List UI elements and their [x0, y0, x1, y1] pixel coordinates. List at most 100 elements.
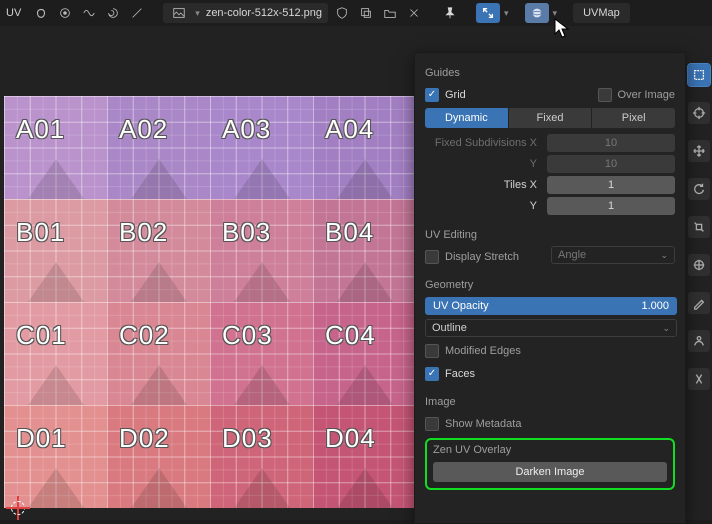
uv-grid-label: A02	[119, 114, 168, 145]
checkbox-display-stretch[interactable]	[425, 250, 439, 264]
uv-grid-label: D01	[16, 423, 67, 454]
section-geometry: Geometry	[425, 279, 675, 291]
2d-cursor-icon	[6, 496, 30, 520]
grid-mode-tabs: Dynamic Fixed Pixel	[425, 108, 675, 128]
field-fixed-sub-y: 10	[547, 155, 675, 173]
uv-grid-cell: A01	[4, 96, 107, 199]
uv-grid-label: D04	[325, 423, 376, 454]
uv-editor-header: UV ▾ zen-color-512x-512.png ▾ ▾ UVMap	[0, 0, 712, 26]
tool-rip[interactable]	[688, 368, 710, 390]
chevron-down-icon[interactable]: ▾	[553, 8, 558, 19]
duplicate-icon[interactable]	[356, 3, 376, 23]
tab-fixed[interactable]: Fixed	[509, 108, 593, 128]
tool-transform[interactable]	[688, 254, 710, 276]
uv-grid-cell: C04	[313, 302, 416, 405]
field-fixed-sub-x: 10	[547, 134, 675, 152]
section-zen-uv: Zen UV Overlay	[433, 444, 667, 456]
tool-cursor[interactable]	[688, 102, 710, 124]
label-fixed-sub-x: Fixed Subdivisions X	[425, 137, 541, 149]
chevron-down-icon: ▾	[195, 8, 200, 19]
overlays-button[interactable]	[525, 3, 549, 23]
tool-rotate[interactable]	[688, 178, 710, 200]
section-uv-editing: UV Editing	[425, 229, 675, 241]
uv-grid-cell: B01	[4, 199, 107, 302]
image-file-selector[interactable]: ▾ zen-color-512x-512.png	[163, 3, 328, 23]
label-display-stretch: Display Stretch	[445, 251, 545, 263]
uv-grid-cell: C02	[107, 302, 210, 405]
uv-grid-cell: B04	[313, 199, 416, 302]
checkbox-modified-edges[interactable]	[425, 344, 439, 358]
overlays-panel: Guides Grid Over Image Dynamic Fixed Pix…	[414, 52, 686, 524]
uv-grid-cell: B02	[107, 199, 210, 302]
uvmap-label: UVMap	[583, 7, 620, 19]
uv-editor-viewport[interactable]: A01 A02 A03 A04 B01 B02 B03 B04 C01 C02 C03 C04 D01 D…	[0, 26, 712, 520]
tool-annotate[interactable]	[688, 292, 710, 314]
zen-uv-highlight: Zen UV Overlay Darken Image	[425, 438, 675, 490]
uvmap-selector[interactable]: UVMap	[573, 3, 630, 23]
label-fixed-sub-y: Y	[425, 158, 541, 170]
field-tiles-x[interactable]: 1	[547, 176, 675, 194]
line-icon[interactable]	[127, 3, 147, 23]
tool-scale[interactable]	[688, 216, 710, 238]
checkbox-show-metadata[interactable]	[425, 417, 439, 431]
checkbox-faces[interactable]	[425, 367, 439, 381]
close-icon[interactable]	[404, 3, 424, 23]
button-darken-image[interactable]: Darken Image	[433, 462, 667, 482]
uv-grid-cell: D04	[313, 405, 416, 508]
tool-move[interactable]	[688, 140, 710, 162]
uv-grid-label: C03	[222, 320, 273, 351]
label-grid: Grid	[445, 89, 592, 101]
uv-grid-cell: B03	[210, 199, 313, 302]
tab-pixel[interactable]: Pixel	[592, 108, 675, 128]
tool-sculpt[interactable]	[688, 330, 710, 352]
section-image: Image	[425, 396, 675, 408]
checkbox-grid[interactable]	[425, 88, 439, 102]
shield-icon[interactable]	[332, 3, 352, 23]
uv-grid-cell: C03	[210, 302, 313, 405]
uv-grid-cell: D01	[4, 405, 107, 508]
uv-grid-label: A04	[325, 114, 374, 145]
chevron-down-icon: ⌄	[662, 323, 670, 334]
pin-icon[interactable]	[440, 3, 460, 23]
hand-icon[interactable]	[31, 3, 51, 23]
folder-icon[interactable]	[380, 3, 400, 23]
uv-grid-cell: A02	[107, 96, 210, 199]
wave-icon[interactable]	[79, 3, 99, 23]
fullscreen-button[interactable]	[476, 3, 500, 23]
tool-select-box[interactable]	[688, 64, 710, 86]
label-show-metadata: Show Metadata	[445, 418, 675, 430]
field-tiles-y[interactable]: 1	[547, 197, 675, 215]
label-modified-edges: Modified Edges	[445, 345, 675, 357]
uv-grid-label: D03	[222, 423, 273, 454]
uv-checker-grid: A01 A02 A03 A04 B01 B02 B03 B04 C01 C02 C03 C04 D01 D…	[4, 96, 414, 508]
swirl-icon[interactable]	[103, 3, 123, 23]
tool-strip	[686, 58, 712, 390]
uv-grid-cell: D02	[107, 405, 210, 508]
label-tiles-x: Tiles X	[425, 179, 541, 191]
uv-grid-label: C01	[16, 320, 67, 351]
uv-grid-cell: D03	[210, 405, 313, 508]
slider-uv-opacity[interactable]: UV Opacity 1.000	[425, 297, 677, 315]
uv-grid-cell: C01	[4, 302, 107, 405]
uv-grid-cell: A04	[313, 96, 416, 199]
image-file-name: zen-color-512x-512.png	[206, 7, 322, 19]
image-icon	[169, 3, 189, 23]
checkbox-over-image[interactable]	[598, 88, 612, 102]
label-tiles-y: Y	[425, 200, 541, 212]
uv-grid-label: C02	[119, 320, 170, 351]
target-icon[interactable]	[55, 3, 75, 23]
uv-grid-label: C04	[325, 320, 376, 351]
tab-dynamic[interactable]: Dynamic	[425, 108, 509, 128]
uv-grid-label: B02	[119, 217, 168, 248]
uv-grid-label: B04	[325, 217, 374, 248]
uv-grid-cell: A03	[210, 96, 313, 199]
uv-grid-label: B01	[16, 217, 65, 248]
label-over-image: Over Image	[618, 89, 675, 101]
uv-grid-label: D02	[119, 423, 170, 454]
chevron-down-icon[interactable]: ▾	[504, 8, 509, 19]
chevron-down-icon: ⌄	[660, 250, 668, 261]
label-faces: Faces	[445, 368, 675, 380]
section-guides: Guides	[425, 67, 675, 79]
uv-grid-label: A03	[222, 114, 271, 145]
select-outline[interactable]: Outline⌄	[425, 319, 677, 337]
